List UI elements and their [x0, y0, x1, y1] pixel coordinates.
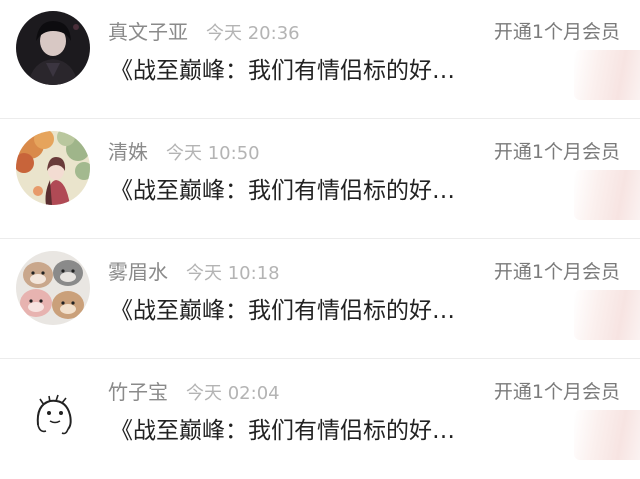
name-line: 清姝 今天 10:50	[108, 138, 260, 166]
avatar-image	[16, 371, 90, 445]
post-thumbnail[interactable]	[574, 170, 640, 220]
post-thumbnail[interactable]	[574, 410, 640, 460]
notification-feed: 真文子亚 今天 20:36 开通1个月会员 《战至巅峰：我们有情侣标的好… 清姝…	[0, 0, 640, 475]
avatar-image	[16, 11, 90, 85]
timestamp: 今天 10:18	[186, 263, 280, 284]
message-content[interactable]: 《战至巅峰：我们有情侣标的好…	[110, 294, 490, 328]
hamster-plush-avatar[interactable]	[16, 251, 90, 325]
open-vip-link[interactable]: 开通1个月会员	[494, 378, 620, 406]
message-content[interactable]: 《战至巅峰：我们有情侣标的好…	[110, 174, 490, 208]
divider	[0, 238, 640, 239]
notification-item[interactable]: 雾眉水 今天 10:18 开通1个月会员 《战至巅峰：我们有情侣标的好…	[0, 240, 640, 359]
name-line: 竹子宝 今天 02:04	[108, 378, 280, 406]
post-thumbnail[interactable]	[574, 290, 640, 340]
timestamp: 今天 20:36	[206, 23, 300, 44]
anime-girl-autumn-avatar[interactable]	[16, 131, 90, 205]
open-vip-link[interactable]: 开通1个月会员	[494, 18, 620, 46]
username[interactable]: 清姝	[108, 140, 148, 164]
name-line: 雾眉水 今天 10:18	[108, 258, 280, 286]
open-vip-link[interactable]: 开通1个月会员	[494, 138, 620, 166]
timestamp: 今天 02:04	[186, 383, 280, 404]
username[interactable]: 竹子宝	[108, 380, 168, 404]
message-content[interactable]: 《战至巅峰：我们有情侣标的好…	[110, 54, 490, 88]
divider	[0, 118, 640, 119]
dark-portrait-avatar[interactable]	[16, 11, 90, 85]
name-line: 真文子亚 今天 20:36	[108, 18, 300, 46]
username[interactable]: 雾眉水	[108, 260, 168, 284]
timestamp: 今天 10:50	[166, 143, 260, 164]
avatar-image	[16, 251, 90, 325]
notification-item[interactable]: 真文子亚 今天 20:36 开通1个月会员 《战至巅峰：我们有情侣标的好…	[0, 0, 640, 119]
notification-item[interactable]: 竹子宝 今天 02:04 开通1个月会员 《战至巅峰：我们有情侣标的好…	[0, 360, 640, 479]
doodle-face-avatar[interactable]	[16, 371, 90, 445]
message-content[interactable]: 《战至巅峰：我们有情侣标的好…	[110, 414, 490, 448]
divider	[0, 358, 640, 359]
open-vip-link[interactable]: 开通1个月会员	[494, 258, 620, 286]
avatar-image	[16, 131, 90, 205]
notification-item[interactable]: 清姝 今天 10:50 开通1个月会员 《战至巅峰：我们有情侣标的好…	[0, 120, 640, 239]
post-thumbnail[interactable]	[574, 50, 640, 100]
username[interactable]: 真文子亚	[108, 20, 188, 44]
